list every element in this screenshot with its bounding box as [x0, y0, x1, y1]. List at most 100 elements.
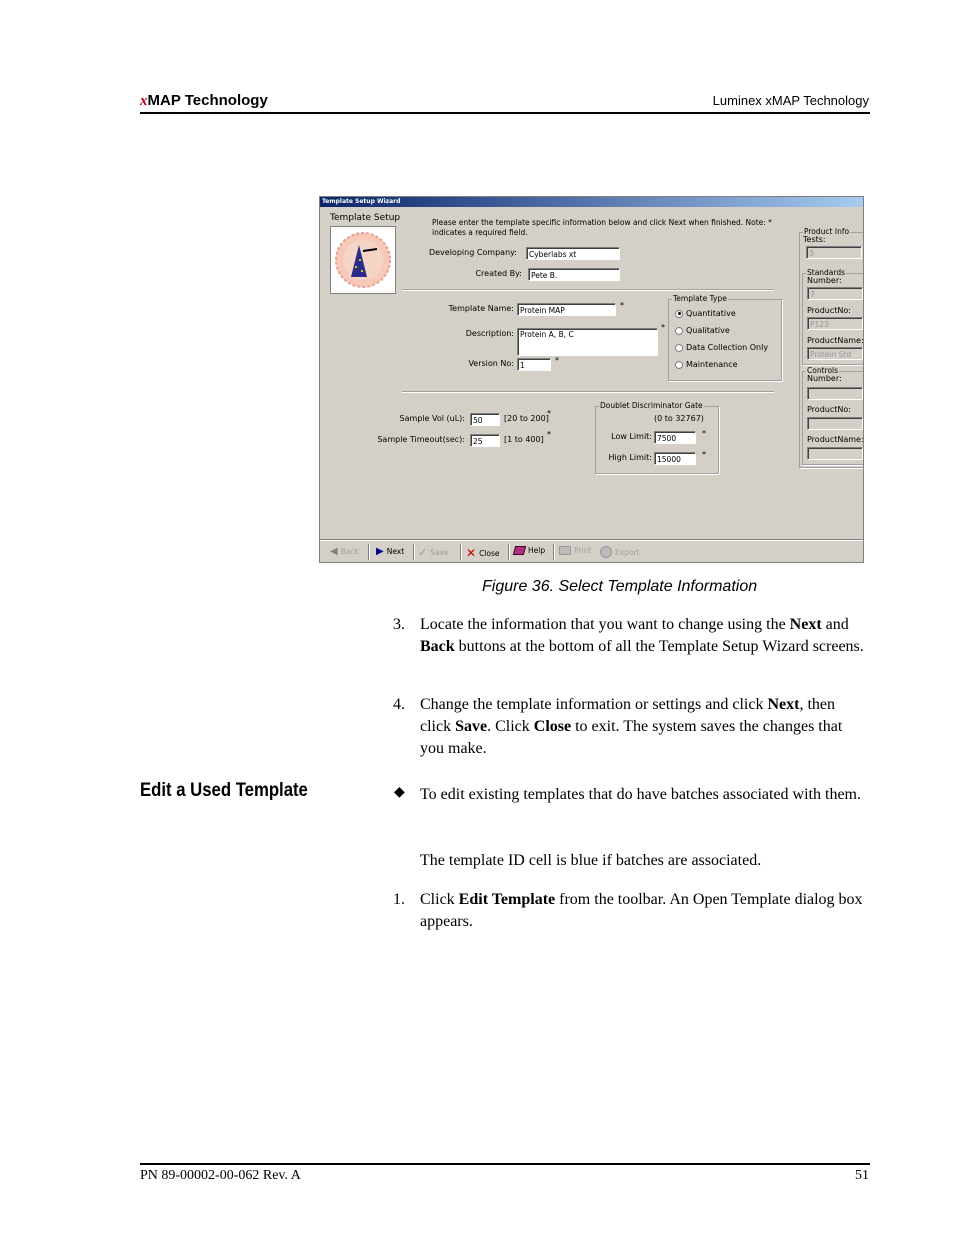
- bold-run: Save: [455, 718, 488, 735]
- instructions-line2: indicates a required field.: [432, 228, 528, 237]
- developing-company-field[interactable]: Cyberlabs xt: [526, 247, 620, 260]
- required-star: *: [661, 323, 665, 332]
- template-type-legend: Template Type: [672, 294, 728, 303]
- text-run: Locate the information that you want to …: [420, 616, 790, 633]
- step-text: Click Edit Template from the toolbar. An…: [420, 889, 870, 933]
- standards-productname-field: Protein Std: [807, 347, 863, 360]
- bold-run: Back: [420, 638, 455, 655]
- radio-dot[interactable]: [675, 343, 683, 352]
- template-name-field[interactable]: Protein MAP: [517, 303, 616, 316]
- note-text: The template ID cell is blue if batches …: [420, 852, 762, 869]
- step-number: 3.: [393, 616, 405, 633]
- figure-caption: Figure 36. Select Template Information: [482, 578, 758, 595]
- bullet-text: To edit existing templates that do have …: [420, 786, 861, 803]
- controls-number-label: Number:: [807, 374, 842, 383]
- text-run: and: [821, 616, 849, 633]
- required-star: *: [547, 430, 551, 439]
- version-field[interactable]: 1: [517, 358, 551, 371]
- section-title: Template Setup: [330, 213, 401, 223]
- required-star: *: [620, 301, 624, 310]
- next-arrow-icon: ▶: [376, 546, 384, 557]
- low-limit-field[interactable]: 7500: [654, 431, 696, 444]
- next-button[interactable]: ▶ Next: [376, 546, 404, 557]
- close-label: Close: [479, 548, 500, 558]
- sample-timeout-field[interactable]: 25: [470, 434, 500, 447]
- wizard-image: [330, 226, 396, 294]
- radio-label: Qualitative: [686, 326, 730, 335]
- step-text: Locate the information that you want to …: [420, 614, 870, 658]
- print-button[interactable]: Print: [559, 546, 591, 555]
- radio-quantitative[interactable]: Quantitative: [675, 309, 736, 318]
- created-by-field[interactable]: Pete B.: [528, 268, 620, 281]
- running-header-title: xMAP Technology: [140, 92, 268, 110]
- checkmark-icon: ✓: [418, 546, 428, 559]
- standards-productno-field: P123: [807, 317, 863, 330]
- toolbar-separator: [460, 544, 462, 560]
- radio-dot[interactable]: [675, 360, 683, 369]
- controls-productname-field: [807, 447, 863, 460]
- help-button[interactable]: Help: [512, 546, 546, 555]
- sample-vol-field[interactable]: 50: [470, 413, 500, 426]
- printer-icon: [559, 546, 571, 555]
- window-titlebar: Template Setup Wizard: [320, 197, 863, 207]
- bold-run: Close: [533, 718, 572, 735]
- sample-timeout-label: Sample Timeout(sec):: [377, 435, 465, 444]
- bold-run: Edit Template: [458, 891, 556, 908]
- wizard-hat-icon: [335, 232, 391, 288]
- template-type-group: Template Type Quantitative Qualitative D…: [668, 294, 782, 381]
- export-button[interactable]: Export: [600, 546, 640, 558]
- created-by-label: Created By:: [475, 269, 522, 278]
- back-button[interactable]: ◀ Back: [330, 546, 359, 557]
- controls-productname-label: ProductName:: [807, 435, 864, 444]
- radio-qualitative[interactable]: Qualitative: [675, 326, 730, 335]
- high-limit-field[interactable]: 15000: [654, 452, 696, 465]
- close-x-icon: ✕: [466, 546, 477, 560]
- step-number: 1.: [393, 891, 405, 908]
- diamond-bullet-icon: ◆: [394, 785, 405, 800]
- radio-dot[interactable]: [675, 309, 683, 318]
- bold-run: Next: [789, 616, 822, 633]
- save-button[interactable]: ✓ Save: [418, 546, 449, 559]
- tests-field: 3: [806, 246, 862, 259]
- toolbar-separator: [368, 544, 370, 560]
- doublet-range: (0 to 32767): [654, 414, 704, 423]
- controls-group: Controls Number: ProductNo: ProductName:: [802, 366, 864, 465]
- header-x: x: [140, 93, 148, 109]
- radio-label: Maintenance: [686, 360, 738, 369]
- instructions-line1: Please enter the template specific infor…: [432, 218, 772, 227]
- running-header-right: Luminex xMAP Technology: [712, 93, 869, 108]
- radio-data-collection-only[interactable]: Data Collection Only: [675, 343, 768, 352]
- export-globe-icon: [600, 546, 612, 558]
- export-label: Export: [615, 547, 640, 557]
- version-label: Version No:: [468, 359, 514, 368]
- required-star: *: [547, 409, 551, 418]
- template-setup-wizard-window: Template Setup Wizard Template Setup Ple…: [319, 196, 864, 563]
- header-rest: MAP Technology: [147, 92, 268, 109]
- footer-part-number: PN 89-00002-00-062 Rev. A: [140, 1168, 301, 1183]
- help-book-icon: [512, 546, 527, 555]
- close-button[interactable]: ✕ Close: [466, 546, 500, 560]
- toolbar-separator: [508, 544, 510, 560]
- controls-number-field: [807, 387, 863, 400]
- text-run: Click: [420, 891, 459, 908]
- tests-label: Tests:: [803, 235, 826, 244]
- toolbar-separator: [553, 544, 555, 560]
- radio-maintenance[interactable]: Maintenance: [675, 360, 738, 369]
- text-run: Change the template information or setti…: [420, 696, 768, 713]
- standards-productno-label: ProductNo:: [807, 306, 851, 315]
- high-limit-label: High Limit:: [608, 453, 652, 462]
- standards-group: Standards Number: 7 ProductNo: P123 Prod…: [802, 268, 863, 365]
- description-label: Description:: [465, 329, 514, 338]
- standards-number-label: Number:: [807, 276, 842, 285]
- save-label: Save: [430, 548, 449, 557]
- help-label: Help: [528, 546, 546, 555]
- text-run: buttons at the bottom of all the Templat…: [454, 638, 864, 655]
- doublet-legend: Doublet Discriminator Gate: [599, 401, 704, 410]
- footer-rule: [140, 1163, 870, 1165]
- radio-dot[interactable]: [675, 326, 683, 335]
- sample-vol-range: [20 to 200]: [504, 414, 549, 423]
- step-text: Change the template information or setti…: [420, 694, 870, 760]
- required-star: *: [702, 429, 706, 438]
- controls-productno-label: ProductNo:: [807, 405, 851, 414]
- description-field[interactable]: Protein A, B, C: [517, 328, 658, 356]
